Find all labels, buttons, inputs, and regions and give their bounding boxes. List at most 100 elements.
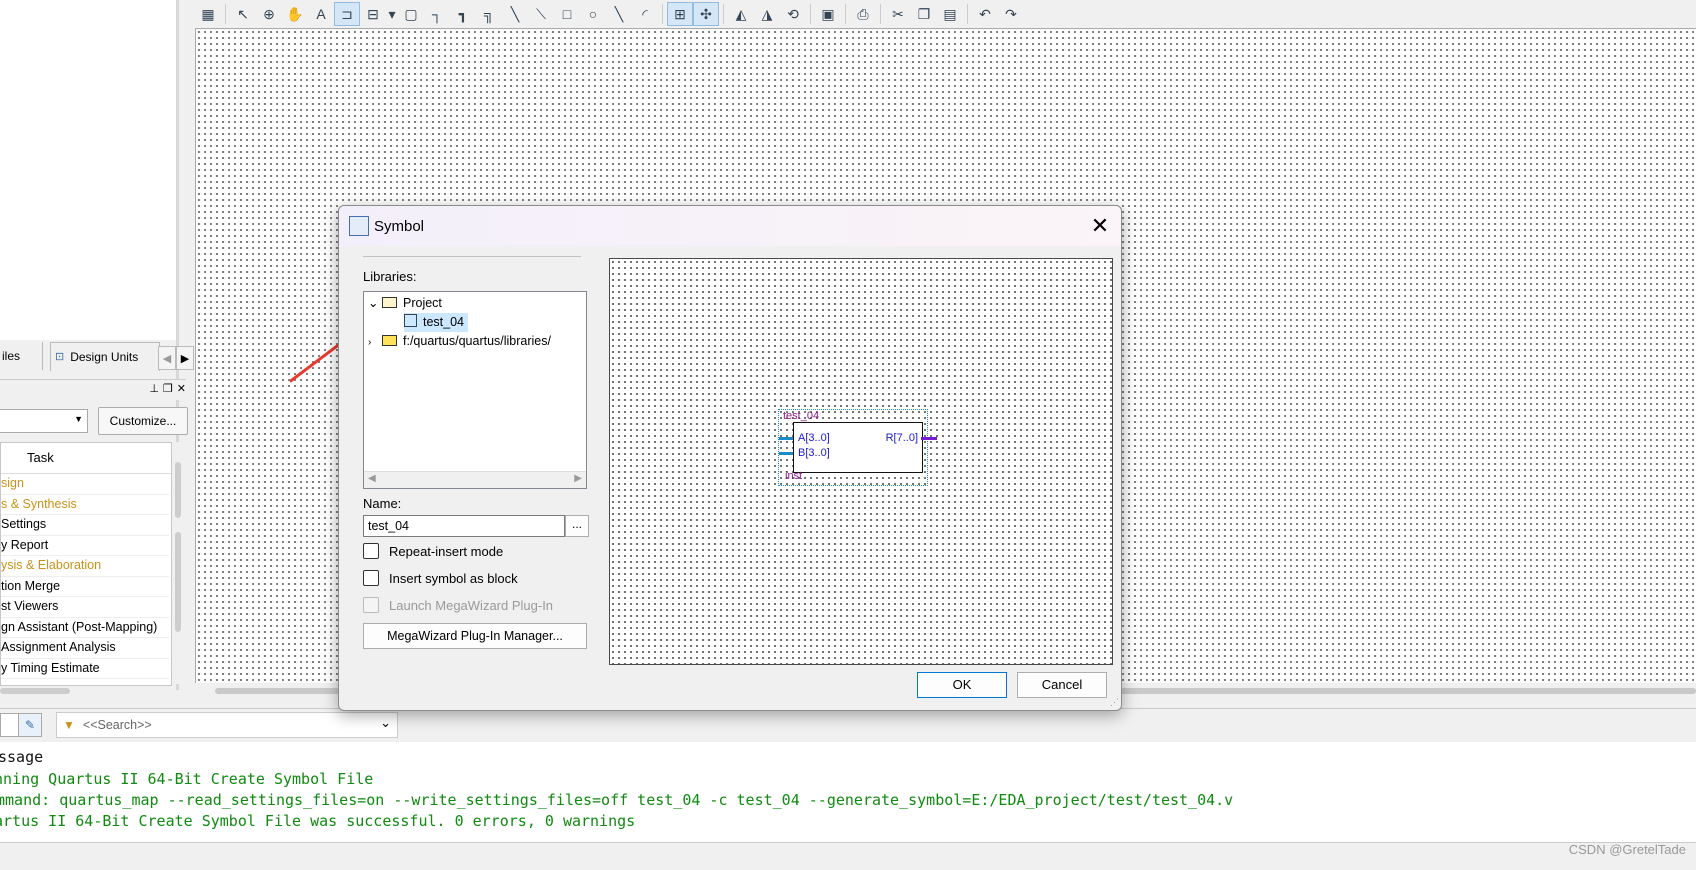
resize-grip-icon[interactable]: ⋰: [1110, 697, 1119, 708]
paste-icon[interactable]: ▤: [937, 2, 963, 26]
cut-icon[interactable]: ✂: [885, 2, 911, 26]
task-row[interactable]: Settings: [1, 515, 169, 536]
close-button[interactable]: ✕: [1087, 214, 1113, 238]
search-input[interactable]: ▼ <<Search>> ⌄: [56, 712, 398, 738]
task-scroll-thumb[interactable]: [175, 462, 181, 518]
tree-node-project[interactable]: ⌄ Project: [368, 294, 442, 313]
symbol-tool-icon[interactable]: ⊐: [334, 2, 360, 26]
message-line[interactable]: mmand: quartus_map --read_settings_files…: [0, 791, 1233, 809]
flip-horizontal-icon[interactable]: ◭: [728, 2, 754, 26]
undo-icon[interactable]: ↶: [972, 2, 998, 26]
tab-scroll-left-button[interactable]: ◀: [158, 346, 176, 370]
libraries-tree[interactable]: ⌄ Project test_04 › f:/quartus/quartus/lib…: [363, 291, 587, 489]
browse-button[interactable]: ...: [565, 515, 589, 537]
tab-design-units-label: Design Units: [70, 350, 139, 364]
flip-vertical-icon[interactable]: ◮: [754, 2, 780, 26]
tree-hscrollbar[interactable]: ◀ ▶: [364, 471, 586, 488]
task-row[interactable]: ysis & Elaboration: [1, 556, 169, 577]
chevron-right-icon[interactable]: ›: [368, 333, 382, 352]
orthogonal-bus-icon[interactable]: ┓: [450, 2, 476, 26]
tab-files-label: iles: [2, 349, 21, 363]
chevron-down-icon[interactable]: ⌄: [368, 294, 382, 313]
task-row[interactable]: s & Synthesis: [1, 495, 169, 515]
tree-node-test-04[interactable]: test_04: [404, 313, 469, 332]
checkbox-box[interactable]: [363, 570, 379, 586]
zoom-icon[interactable]: ⊕: [256, 2, 282, 26]
task-column-header[interactable]: Task: [1, 443, 171, 474]
search-placeholder: <<Search>>: [82, 718, 152, 732]
symbol-name: test_04: [783, 410, 820, 422]
pointer-icon[interactable]: ↖: [230, 2, 256, 26]
close-icon[interactable]: ✕: [177, 382, 186, 395]
block-tool-icon[interactable]: ▢: [398, 2, 424, 26]
scroll-left-icon[interactable]: ◀: [368, 473, 376, 484]
partial-line-select-icon[interactable]: ✣: [693, 2, 719, 26]
close-icon: ✕: [1090, 213, 1110, 238]
task-row[interactable]: y Report: [1, 536, 169, 556]
chevron-down-icon[interactable]: ⌄: [380, 715, 391, 731]
diagonal-bus-icon[interactable]: ⟍: [528, 2, 554, 26]
toolbar-separator: [662, 4, 663, 24]
arc-icon[interactable]: ◜: [632, 2, 658, 26]
ellipse-icon[interactable]: ○: [580, 2, 606, 26]
orthogonal-conduit-icon[interactable]: ╗: [476, 2, 502, 26]
rectangle-icon[interactable]: □: [554, 2, 580, 26]
orthogonal-node-icon[interactable]: ┐: [424, 2, 450, 26]
block-editor-toolbar: ▦ ↖ ⊕ ✋ A ⊐ ⊟ ▾ ▢ ┐ ┓ ╗ ╲ ⟍ □ ○ ╲ ◜ ⊞ ✣ ◭ ◮ ⟲ ▣ ⎙ ✂ ❐ ▤ ↶ ↷: [195, 0, 1696, 28]
task-row[interactable]: st Viewers: [1, 597, 169, 618]
tab-scroll-right-button[interactable]: ▶: [176, 346, 194, 370]
tree-node-label: test_04: [423, 315, 465, 329]
diagonal-node-icon[interactable]: ╲: [502, 2, 528, 26]
save-icon[interactable]: ▣: [815, 2, 841, 26]
scroll-right-icon[interactable]: ▶: [574, 473, 582, 484]
insert-as-block-checkbox[interactable]: Insert symbol as block: [363, 570, 518, 586]
task-scroll-thumb-lower[interactable]: [175, 532, 181, 632]
cancel-button[interactable]: Cancel: [1017, 672, 1107, 698]
name-input[interactable]: test_04: [363, 515, 565, 537]
flag-filter-button[interactable]: ✎: [18, 713, 42, 737]
messages-tab-bar: [0, 842, 1696, 870]
text-icon[interactable]: A: [308, 2, 334, 26]
toolbar-separator: [967, 4, 968, 24]
repeat-insert-checkbox[interactable]: Repeat-insert mode: [363, 543, 503, 559]
task-row[interactable]: gn Assistant (Post-Mapping): [1, 618, 169, 638]
checkbox-box: [363, 597, 379, 613]
task-table: Task sign s & Synthesis Settings y Report ys…: [0, 442, 172, 686]
message-line[interactable]: artus II 64-Bit Create Symbol File was s…: [0, 812, 635, 830]
pin-icon[interactable]: ⊥: [149, 382, 159, 395]
restore-icon[interactable]: ❐: [163, 382, 173, 395]
customize-button[interactable]: Customize...: [98, 407, 188, 435]
tab-design-units[interactable]: ⊡ Design Units: [50, 342, 160, 371]
checkbox-box[interactable]: [363, 543, 379, 559]
redo-icon[interactable]: ↷: [998, 2, 1024, 26]
dropdown-icon[interactable]: ▾: [386, 2, 398, 26]
symbol-preview: test_04 A[3..0] B[3..0] R[7..0] inst: [609, 258, 1113, 665]
pen-icon: ✎: [24, 718, 36, 732]
tree-node-library[interactable]: › f:/quartus/quartus/libraries/: [368, 332, 551, 351]
ok-button[interactable]: OK: [917, 672, 1007, 698]
messages-column-header[interactable]: ssage: [0, 748, 43, 766]
tab-files[interactable]: iles: [0, 342, 43, 370]
task-row[interactable]: sign: [1, 474, 169, 495]
rubberbanding-icon[interactable]: ⊞: [667, 2, 693, 26]
rotate-icon[interactable]: ⟲: [780, 2, 806, 26]
flow-select[interactable]: ▼: [0, 409, 88, 433]
print-icon[interactable]: ⎙: [850, 2, 876, 26]
line-icon[interactable]: ╲: [606, 2, 632, 26]
pin-label-r: R[7..0]: [885, 432, 918, 444]
task-hscroll-thumb[interactable]: [0, 688, 70, 694]
megawizard-manager-button[interactable]: MegaWizard Plug-In Manager...: [363, 623, 587, 649]
block-insert-icon[interactable]: ▦: [195, 2, 221, 26]
pin-tool-icon[interactable]: ⊟: [360, 2, 386, 26]
libraries-label: Libraries:: [363, 269, 417, 284]
message-line[interactable]: nning Quartus II 64-Bit Create Symbol Fi…: [0, 770, 373, 788]
copy-icon[interactable]: ❐: [911, 2, 937, 26]
task-row[interactable]: tion Merge: [1, 577, 169, 597]
task-row[interactable]: y Timing Estimate: [1, 659, 169, 679]
hand-icon[interactable]: ✋: [282, 2, 308, 26]
task-row[interactable]: Assignment Analysis: [1, 638, 169, 659]
dialog-titlebar[interactable]: [339, 206, 1121, 246]
folder-open-icon: [382, 297, 397, 308]
checkbox-label: Launch MegaWizard Plug-In: [389, 597, 554, 613]
task-scrollbar[interactable]: [172, 442, 186, 684]
